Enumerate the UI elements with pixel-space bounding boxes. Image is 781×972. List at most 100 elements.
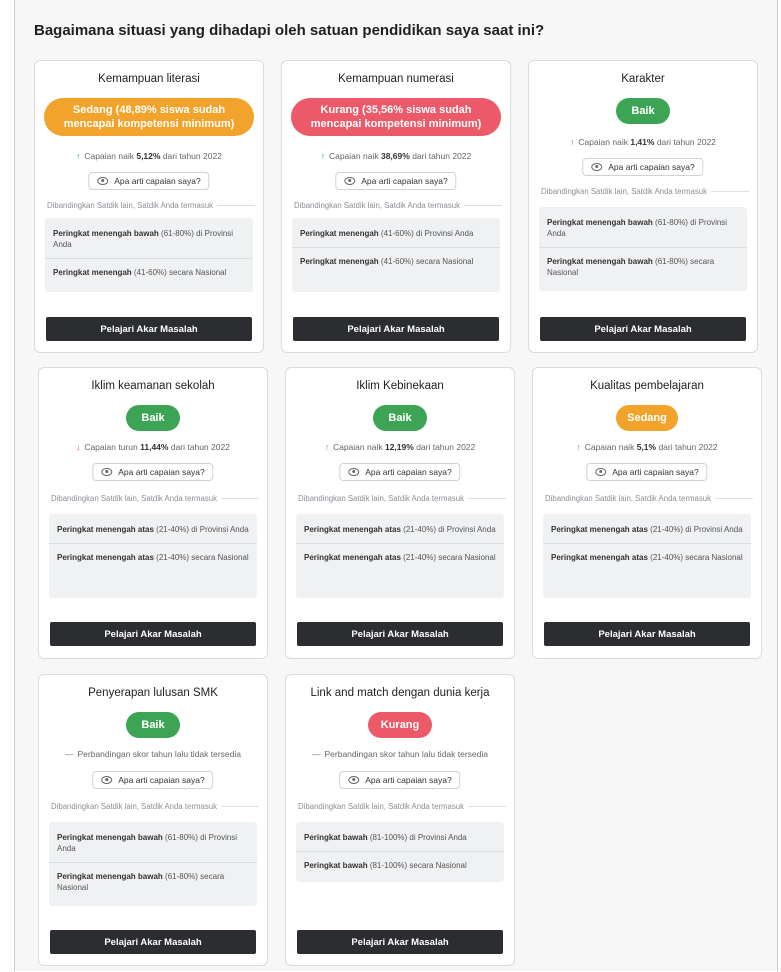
comparison-text: Dibandingkan Satdik lain, Satdik Anda te… bbox=[294, 201, 460, 210]
root-cause-button[interactable]: Pelajari Akar Masalah bbox=[293, 317, 499, 341]
comparison-label: Dibandingkan Satdik lain, Satdik Anda te… bbox=[51, 494, 259, 503]
rank-province-detail: (21-40%) di Provinsi Anda bbox=[156, 525, 249, 534]
ranking-box: Peringkat menengah atas (21-40%) di Prov… bbox=[543, 514, 751, 598]
rank-province-bold: Peringkat bawah bbox=[304, 833, 368, 842]
rank-province: Peringkat menengah atas (21-40%) di Prov… bbox=[304, 524, 496, 535]
ranking-box: Peringkat bawah (81-100%) di Provinsi An… bbox=[296, 822, 504, 882]
help-label: Apa arti capaian saya? bbox=[612, 467, 699, 477]
rank-national: Peringkat menengah atas (21-40%) secara … bbox=[304, 552, 496, 563]
eye-icon bbox=[595, 468, 607, 476]
comparison-label: Dibandingkan Satdik lain, Satdik Anda te… bbox=[545, 494, 753, 503]
arrow-up-icon: ↑ bbox=[324, 442, 329, 452]
trend-prefix: Capaian naik bbox=[332, 442, 383, 452]
root-cause-button[interactable]: Pelajari Akar Masalah bbox=[544, 622, 750, 646]
rank-national-bold: Peringkat menengah bawah bbox=[57, 872, 163, 881]
help-label: Apa arti capaian saya? bbox=[118, 467, 205, 477]
comparison-text: Dibandingkan Satdik lain, Satdik Anda te… bbox=[51, 802, 217, 811]
rank-national: Peringkat menengah atas (21-40%) secara … bbox=[57, 552, 249, 563]
root-cause-button[interactable]: Pelajari Akar Masalah bbox=[297, 622, 503, 646]
help-label: Apa arti capaian saya? bbox=[365, 775, 452, 785]
trend-suffix: dari tahun 2022 bbox=[416, 442, 476, 452]
help-button[interactable]: Apa arti capaian saya? bbox=[92, 771, 214, 789]
ranking-box: Peringkat menengah (41-60%) di Provinsi … bbox=[292, 218, 500, 292]
trend-prefix: Capaian naik bbox=[584, 442, 635, 452]
rank-national: Peringkat menengah (41-60%) secara Nasio… bbox=[53, 267, 245, 278]
card-literasi: Kemampuan literasi Sedang (48,89% siswa … bbox=[34, 60, 264, 353]
help-label: Apa arti capaian saya? bbox=[608, 162, 695, 172]
trend-suffix: dari tahun 2022 bbox=[162, 151, 222, 161]
trend-text: ↓ Capaian turun 11,44% dari tahun 2022 bbox=[39, 442, 267, 452]
rank-province: Peringkat menengah bawah (61-80%) di Pro… bbox=[53, 228, 245, 250]
page-title: Bagaimana situasi yang dihadapi oleh sat… bbox=[34, 22, 545, 39]
card-link-and-match: Link and match dengan dunia kerja Kurang… bbox=[285, 674, 515, 966]
divider bbox=[468, 498, 506, 499]
rank-national-bold: Peringkat menengah atas bbox=[551, 553, 648, 562]
root-cause-button[interactable]: Pelajari Akar Masalah bbox=[50, 930, 256, 954]
divider bbox=[296, 851, 504, 852]
divider bbox=[715, 498, 753, 499]
dash-icon: — bbox=[312, 749, 321, 759]
card-title: Kemampuan literasi bbox=[98, 73, 200, 85]
comparison-text: Dibandingkan Satdik lain, Satdik Anda te… bbox=[298, 494, 464, 503]
help-button[interactable]: Apa arti capaian saya? bbox=[339, 771, 461, 789]
status-badge: Kurang bbox=[368, 712, 432, 738]
trend-prefix: Capaian turun bbox=[84, 442, 138, 452]
card-kualitas-pembelajaran: Kualitas pembelajaran Sedang ↑ Capaian na… bbox=[532, 367, 762, 659]
card-title: Penyerapan lulusan SMK bbox=[88, 687, 218, 699]
rank-province-bold: Peringkat menengah atas bbox=[304, 525, 401, 534]
divider bbox=[539, 247, 747, 248]
help-button[interactable]: Apa arti capaian saya? bbox=[92, 463, 214, 481]
rank-province: Peringkat menengah atas (21-40%) di Prov… bbox=[551, 524, 743, 535]
card-title: Karakter bbox=[621, 73, 665, 85]
arrow-down-icon: ↓ bbox=[76, 442, 81, 452]
root-cause-button[interactable]: Pelajari Akar Masalah bbox=[50, 622, 256, 646]
trend-prefix: Capaian naik bbox=[328, 151, 379, 161]
rank-province-bold: Peringkat menengah bbox=[300, 229, 379, 238]
rank-province: Peringkat menengah atas (21-40%) di Prov… bbox=[57, 524, 249, 535]
rank-province: Peringkat menengah (41-60%) di Provinsi … bbox=[300, 228, 492, 239]
divider bbox=[221, 806, 259, 807]
help-button[interactable]: Apa arti capaian saya? bbox=[335, 172, 457, 190]
trend-suffix: dari tahun 2022 bbox=[658, 442, 718, 452]
trend-text: — Perbandingan skor tahun lalu tidak ters… bbox=[286, 749, 514, 759]
ranking-box: Peringkat menengah bawah (61-80%) di Pro… bbox=[49, 822, 257, 906]
comparison-text: Dibandingkan Satdik lain, Satdik Anda te… bbox=[541, 187, 707, 196]
comparison-text: Dibandingkan Satdik lain, Satdik Anda te… bbox=[51, 494, 217, 503]
card-title: Link and match dengan dunia kerja bbox=[310, 687, 490, 699]
help-button[interactable]: Apa arti capaian saya? bbox=[339, 463, 461, 481]
trend-value: 5,12% bbox=[136, 151, 161, 161]
root-cause-button[interactable]: Pelajari Akar Masalah bbox=[540, 317, 746, 341]
card-title: Iklim Kebinekaan bbox=[356, 380, 444, 392]
comparison-label: Dibandingkan Satdik lain, Satdik Anda te… bbox=[541, 187, 749, 196]
help-button[interactable]: Apa arti capaian saya? bbox=[582, 158, 704, 176]
help-button[interactable]: Apa arti capaian saya? bbox=[586, 463, 708, 481]
eye-icon bbox=[348, 776, 360, 784]
comparison-text: Dibandingkan Satdik lain, Satdik Anda te… bbox=[298, 802, 464, 811]
status-badge: Baik bbox=[126, 405, 180, 431]
help-label: Apa arti capaian saya? bbox=[118, 775, 205, 785]
help-label: Apa arti capaian saya? bbox=[114, 176, 201, 186]
trend-text: — Perbandingan skor tahun lalu tidak ters… bbox=[39, 749, 267, 759]
rank-province-bold: Peringkat menengah bawah bbox=[57, 833, 163, 842]
divider bbox=[217, 205, 255, 206]
card-numerasi: Kemampuan numerasi Kurang (35,56% siswa … bbox=[281, 60, 511, 353]
rank-national: Peringkat menengah atas (21-40%) secara … bbox=[551, 552, 743, 563]
rank-province: Peringkat menengah bawah (61-80%) di Pro… bbox=[547, 217, 739, 239]
root-cause-button[interactable]: Pelajari Akar Masalah bbox=[297, 930, 503, 954]
help-button[interactable]: Apa arti capaian saya? bbox=[88, 172, 210, 190]
trend-suffix: dari tahun 2022 bbox=[170, 442, 230, 452]
rank-national-detail: (21-40%) secara Nasional bbox=[156, 553, 249, 562]
trend-value: 12,19% bbox=[384, 442, 414, 452]
rank-province-bold: Peringkat menengah bawah bbox=[547, 218, 653, 227]
eye-icon bbox=[101, 776, 113, 784]
rank-province-detail: (21-40%) di Provinsi Anda bbox=[650, 525, 743, 534]
rank-national: Peringkat bawah (81-100%) secara Nasiona… bbox=[304, 860, 496, 871]
rank-national: Peringkat menengah (41-60%) secara Nasio… bbox=[300, 256, 492, 267]
ranking-box: Peringkat menengah atas (21-40%) di Prov… bbox=[296, 514, 504, 598]
eye-icon bbox=[101, 468, 113, 476]
rank-national-detail: (21-40%) secara Nasional bbox=[650, 553, 743, 562]
trend-unavailable: Perbandingan skor tahun lalu tidak terse… bbox=[324, 749, 489, 759]
trend-suffix: dari tahun 2022 bbox=[412, 151, 472, 161]
status-badge: Sedang (48,89% siswa sudah mencapai komp… bbox=[44, 98, 254, 136]
root-cause-button[interactable]: Pelajari Akar Masalah bbox=[46, 317, 252, 341]
